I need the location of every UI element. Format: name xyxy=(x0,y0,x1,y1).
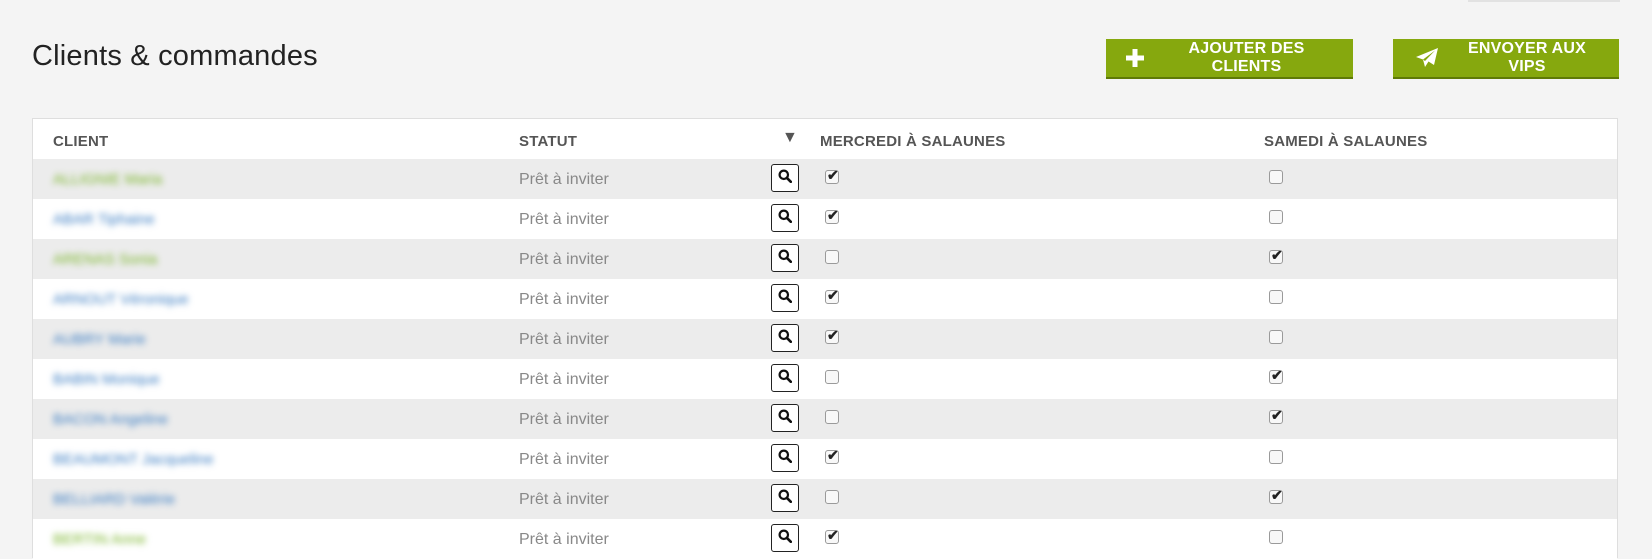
check-icon: ✔ xyxy=(827,327,839,343)
column-header-statut[interactable]: STATUT xyxy=(519,133,577,150)
status-text: Prêt à inviter xyxy=(519,291,609,308)
check-icon: ✔ xyxy=(1271,247,1283,263)
check-icon: ✔ xyxy=(827,207,839,223)
view-details-button[interactable] xyxy=(771,204,799,232)
status-text: Prêt à inviter xyxy=(519,211,609,228)
mercredi-checkbox[interactable]: ✔ xyxy=(825,527,839,544)
table-row: AUBRY Marie Prêt à inviter ✔ ✔ xyxy=(33,319,1617,359)
mercredi-checkbox[interactable]: ✔ xyxy=(825,167,839,184)
plus-icon xyxy=(1126,49,1144,67)
table-row: BEAUMONT Jacqueline Prêt à inviter ✔ ✔ xyxy=(33,439,1617,479)
mercredi-checkbox[interactable]: ✔ xyxy=(825,410,839,424)
check-icon: ✔ xyxy=(1271,487,1283,503)
status-text: Prêt à inviter xyxy=(519,531,609,548)
paper-plane-icon xyxy=(1415,47,1439,69)
status-text: Prêt à inviter xyxy=(519,331,609,348)
check-icon: ✔ xyxy=(827,527,839,543)
samedi-checkbox[interactable]: ✔ xyxy=(1269,247,1283,264)
page-title: Clients & commandes xyxy=(32,40,318,72)
mercredi-checkbox[interactable]: ✔ xyxy=(825,327,839,344)
client-name-link[interactable]: BERTIN Anne xyxy=(53,531,146,548)
send-to-vips-label: ENVOYER AUX VIPS xyxy=(1467,40,1587,75)
search-icon xyxy=(778,369,793,388)
column-header-samedi[interactable]: SAMEDI À SALAUNES xyxy=(1264,133,1427,150)
samedi-checkbox[interactable]: ✔ xyxy=(1269,290,1283,304)
mercredi-checkbox[interactable]: ✔ xyxy=(825,370,839,384)
check-icon: ✔ xyxy=(1271,367,1283,383)
mercredi-checkbox[interactable]: ✔ xyxy=(825,287,839,304)
mercredi-checkbox[interactable]: ✔ xyxy=(825,207,839,224)
view-details-button[interactable] xyxy=(771,164,799,192)
client-name-link[interactable]: BELLIARD Valérie xyxy=(53,491,175,508)
mercredi-checkbox[interactable]: ✔ xyxy=(825,490,839,504)
client-name-link[interactable]: BEAUMONT Jacqueline xyxy=(53,451,214,468)
samedi-checkbox[interactable]: ✔ xyxy=(1269,407,1283,424)
check-icon: ✔ xyxy=(827,447,839,463)
client-name-link[interactable]: ARNOUT Véronique xyxy=(53,291,189,308)
view-details-button[interactable] xyxy=(771,484,799,512)
status-text: Prêt à inviter xyxy=(519,171,609,188)
samedi-checkbox[interactable]: ✔ xyxy=(1269,367,1283,384)
search-icon xyxy=(778,489,793,508)
search-icon xyxy=(778,249,793,268)
client-name-link[interactable]: ALLIGNIE Maria xyxy=(53,171,162,188)
table-row: ALLIGNIE Maria Prêt à inviter ✔ ✔ xyxy=(33,159,1617,199)
view-details-button[interactable] xyxy=(771,444,799,472)
search-icon xyxy=(778,329,793,348)
status-text: Prêt à inviter xyxy=(519,451,609,468)
filter-dropdown-icon[interactable]: ▼ xyxy=(782,129,798,147)
search-icon xyxy=(778,289,793,308)
table-header: CLIENT STATUT ▼ MERCREDI À SALAUNES SAME… xyxy=(33,119,1617,159)
column-header-client[interactable]: CLIENT xyxy=(53,133,108,150)
clients-table: CLIENT STATUT ▼ MERCREDI À SALAUNES SAME… xyxy=(32,118,1618,559)
view-details-button[interactable] xyxy=(771,524,799,552)
search-icon xyxy=(778,449,793,468)
search-icon xyxy=(778,529,793,548)
view-details-button[interactable] xyxy=(771,364,799,392)
table-row: BERTIN Anne Prêt à inviter ✔ ✔ xyxy=(33,519,1617,559)
table-row: BABIN Monique Prêt à inviter ✔ ✔ xyxy=(33,359,1617,399)
view-details-button[interactable] xyxy=(771,284,799,312)
status-text: Prêt à inviter xyxy=(519,491,609,508)
top-divider xyxy=(1468,0,1620,2)
view-details-button[interactable] xyxy=(771,404,799,432)
table-row: ARENAS Sonia Prêt à inviter ✔ ✔ xyxy=(33,239,1617,279)
samedi-checkbox[interactable]: ✔ xyxy=(1269,530,1283,544)
samedi-checkbox[interactable]: ✔ xyxy=(1269,330,1283,344)
table-row: BACON Angeline Prêt à inviter ✔ ✔ xyxy=(33,399,1617,439)
samedi-checkbox[interactable]: ✔ xyxy=(1269,450,1283,464)
samedi-checkbox[interactable]: ✔ xyxy=(1269,210,1283,224)
table-row: ABAR Tiphaine Prêt à inviter ✔ ✔ xyxy=(33,199,1617,239)
check-icon: ✔ xyxy=(1271,407,1283,423)
add-clients-button[interactable]: AJOUTER DES CLIENTS xyxy=(1106,39,1353,79)
view-details-button[interactable] xyxy=(771,324,799,352)
status-text: Prêt à inviter xyxy=(519,411,609,428)
mercredi-checkbox[interactable]: ✔ xyxy=(825,447,839,464)
samedi-checkbox[interactable]: ✔ xyxy=(1269,487,1283,504)
table-row: ARNOUT Véronique Prêt à inviter ✔ ✔ xyxy=(33,279,1617,319)
view-details-button[interactable] xyxy=(771,244,799,272)
client-name-link[interactable]: BABIN Monique xyxy=(53,371,160,388)
search-icon xyxy=(778,209,793,228)
samedi-checkbox[interactable]: ✔ xyxy=(1269,170,1283,184)
status-text: Prêt à inviter xyxy=(519,251,609,268)
mercredi-checkbox[interactable]: ✔ xyxy=(825,250,839,264)
table-row: BELLIARD Valérie Prêt à inviter ✔ ✔ xyxy=(33,479,1617,519)
check-icon: ✔ xyxy=(827,287,839,303)
search-icon xyxy=(778,169,793,188)
add-clients-label: AJOUTER DES CLIENTS xyxy=(1188,40,1305,75)
status-text: Prêt à inviter xyxy=(519,371,609,388)
client-name-link[interactable]: AUBRY Marie xyxy=(53,331,146,348)
send-to-vips-button[interactable]: ENVOYER AUX VIPS xyxy=(1393,39,1619,79)
client-name-link[interactable]: ABAR Tiphaine xyxy=(53,211,155,228)
check-icon: ✔ xyxy=(827,167,839,183)
column-header-mercredi[interactable]: MERCREDI À SALAUNES xyxy=(820,133,1005,150)
client-name-link[interactable]: BACON Angeline xyxy=(53,411,168,428)
search-icon xyxy=(778,409,793,428)
client-name-link[interactable]: ARENAS Sonia xyxy=(53,251,157,268)
